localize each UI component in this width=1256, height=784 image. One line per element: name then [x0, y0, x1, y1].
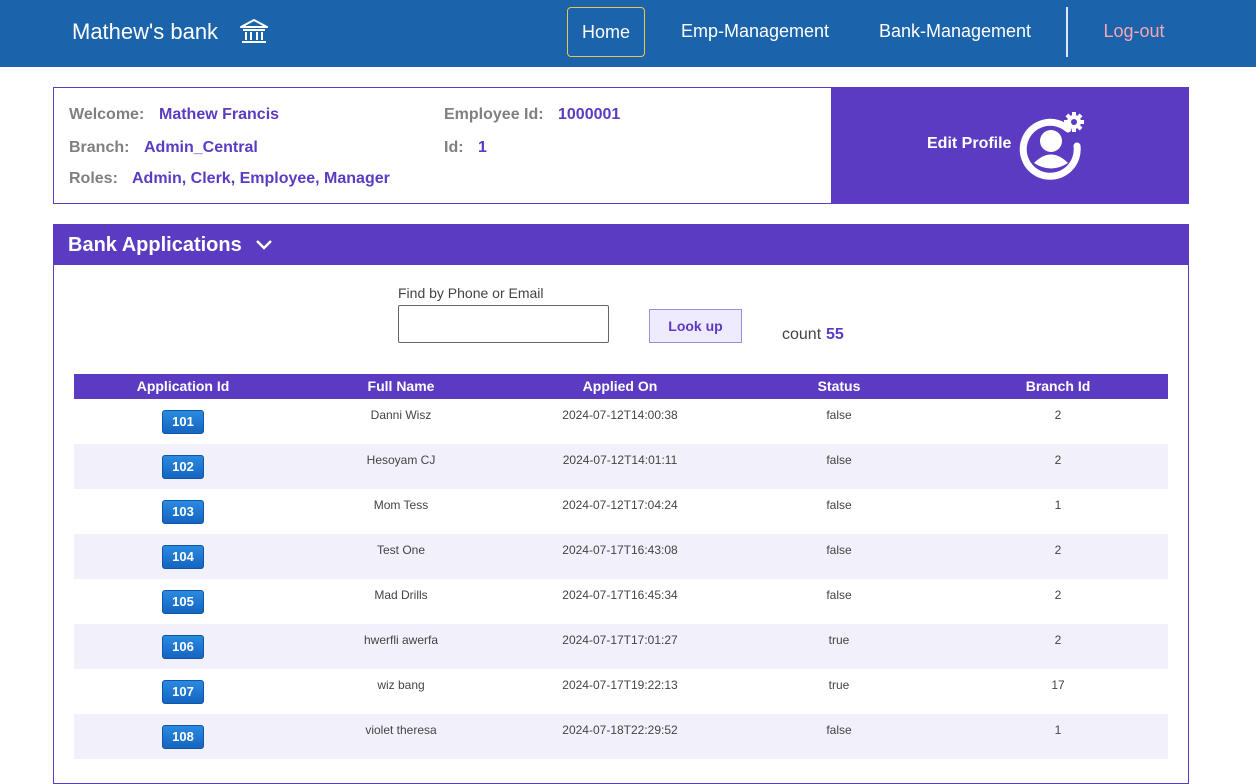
- full-name-cell: Mad Drills: [374, 588, 428, 602]
- application-id-button[interactable]: 104: [162, 545, 204, 569]
- full-name-cell: Mom Tess: [373, 498, 429, 512]
- welcome-value: Mathew Francis: [159, 106, 280, 123]
- table-row: 104 Test One 2024-07-17T16:43:08 false 2: [74, 534, 1168, 579]
- user-gear-icon: [1019, 112, 1084, 180]
- branch-id-cell: 2: [1054, 543, 1062, 557]
- id-value: 1: [478, 139, 487, 156]
- applied-on-cell: 2024-07-17T16:43:08: [562, 543, 678, 557]
- status-cell: false: [826, 723, 852, 737]
- column-header: Applied On: [582, 378, 658, 394]
- applications-header-toggle[interactable]: Bank Applications: [54, 225, 1188, 265]
- bank-icon: [240, 19, 268, 43]
- chevron-down-icon: [256, 240, 272, 250]
- table-header: Application Id Full Name Applied On Stat…: [74, 374, 1168, 399]
- applied-on-cell: 2024-07-12T17:04:24: [562, 498, 678, 512]
- table-row: 108 violet theresa 2024-07-18T22:29:52 fals…: [74, 714, 1168, 759]
- status-cell: true: [828, 633, 850, 647]
- status-cell: false: [826, 498, 852, 512]
- id-label: Id:: [444, 139, 464, 156]
- table-row: 101 Danni Wisz 2024-07-12T14:00:38 false 2: [74, 399, 1168, 444]
- table-row: 107 wiz bang 2024-07-17T19:22:13 true 17: [74, 669, 1168, 714]
- employee-id-value: 1000001: [558, 106, 621, 123]
- full-name-cell: Test One: [376, 543, 426, 557]
- application-id-button[interactable]: 106: [162, 635, 204, 659]
- table-row: 103 Mom Tess 2024-07-12T17:04:24 false 1: [74, 489, 1168, 534]
- column-header: Application Id: [136, 378, 230, 394]
- applied-on-cell: 2024-07-17T19:22:13: [562, 678, 678, 692]
- table-body: 101 Danni Wisz 2024-07-12T14:00:38 false 2 10…: [74, 399, 1168, 759]
- application-id-button[interactable]: 101: [162, 410, 204, 434]
- application-id-button[interactable]: 107: [162, 680, 204, 704]
- status-cell: true: [828, 678, 850, 692]
- branch-id-cell: 2: [1054, 588, 1062, 602]
- status-cell: false: [826, 543, 852, 557]
- application-id-button[interactable]: 105: [162, 590, 204, 614]
- table-row: 105 Mad Drills 2024-07-17T16:45:34 false 2: [74, 579, 1168, 624]
- full-name-cell: hwerfli awerfa: [363, 633, 439, 647]
- branch-value: Admin_Central: [144, 139, 258, 156]
- applications-table: Application Id Full Name Applied On Stat…: [74, 374, 1168, 759]
- count-value: 55: [826, 326, 844, 343]
- application-id-button[interactable]: 103: [162, 500, 204, 524]
- full-name-cell: wiz bang: [377, 678, 425, 692]
- applied-on-cell: 2024-07-18T22:29:52: [562, 723, 678, 737]
- branch-id-cell: 2: [1054, 408, 1062, 422]
- status-cell: false: [826, 453, 852, 467]
- branch-id-cell: 2: [1054, 453, 1062, 467]
- find-input[interactable]: [398, 305, 609, 343]
- status-cell: false: [826, 588, 852, 602]
- roles-label: Roles:: [69, 170, 118, 187]
- branch-id-cell: 2: [1054, 633, 1062, 647]
- column-header: Full Name: [367, 378, 435, 394]
- edit-profile-button[interactable]: Edit Profile: [831, 88, 1188, 203]
- edit-profile-label: Edit Profile: [927, 135, 1012, 152]
- branch-id-cell: 1: [1054, 723, 1062, 737]
- table-row: 102 Hesoyam CJ 2024-07-12T14:01:11 false 2: [74, 444, 1168, 489]
- nav-bank-management[interactable]: Bank-Management: [868, 7, 1042, 57]
- application-id-button[interactable]: 102: [162, 455, 204, 479]
- branch-id-cell: 17: [1051, 678, 1065, 692]
- welcome-label: Welcome:: [69, 106, 145, 123]
- full-name-cell: Danni Wisz: [370, 408, 432, 422]
- applied-on-cell: 2024-07-12T14:01:11: [562, 453, 678, 467]
- column-header: Branch Id: [1025, 378, 1091, 394]
- table-row: 106 hwerfli awerfa 2024-07-17T17:01:27 true…: [74, 624, 1168, 669]
- applications-panel: Bank Applications Find by Phone or Email…: [53, 224, 1189, 784]
- logout-link[interactable]: Log-out: [1092, 7, 1176, 57]
- top-navbar: Mathew's bank Home Emp-Management Bank-M…: [0, 0, 1256, 67]
- status-cell: false: [826, 408, 852, 422]
- find-label: Find by Phone or Email: [398, 285, 544, 301]
- full-name-cell: violet theresa: [365, 723, 437, 737]
- full-name-cell: Hesoyam CJ: [366, 453, 436, 467]
- column-header: Status: [817, 378, 861, 394]
- applied-on-cell: 2024-07-12T14:00:38: [562, 408, 678, 422]
- branch-label: Branch:: [69, 139, 130, 156]
- applied-on-cell: 2024-07-17T17:01:27: [562, 633, 678, 647]
- nav-home[interactable]: Home: [567, 7, 645, 57]
- roles-value: Admin, Clerk, Employee, Manager: [132, 170, 390, 187]
- lookup-button[interactable]: Look up: [649, 309, 742, 343]
- nav-divider: [1066, 7, 1068, 57]
- application-id-button[interactable]: 108: [162, 725, 204, 749]
- applied-on-cell: 2024-07-17T16:45:34: [562, 588, 678, 602]
- employee-id-label: Employee Id:: [444, 106, 544, 123]
- applications-title: Bank Applications: [68, 234, 242, 256]
- brand-name[interactable]: Mathew's bank: [72, 18, 218, 46]
- nav-emp-management[interactable]: Emp-Management: [672, 7, 838, 57]
- branch-id-cell: 1: [1054, 498, 1062, 512]
- count-label: count: [782, 326, 822, 343]
- profile-card: Welcome: Mathew Francis Employee Id: 100…: [53, 87, 1189, 204]
